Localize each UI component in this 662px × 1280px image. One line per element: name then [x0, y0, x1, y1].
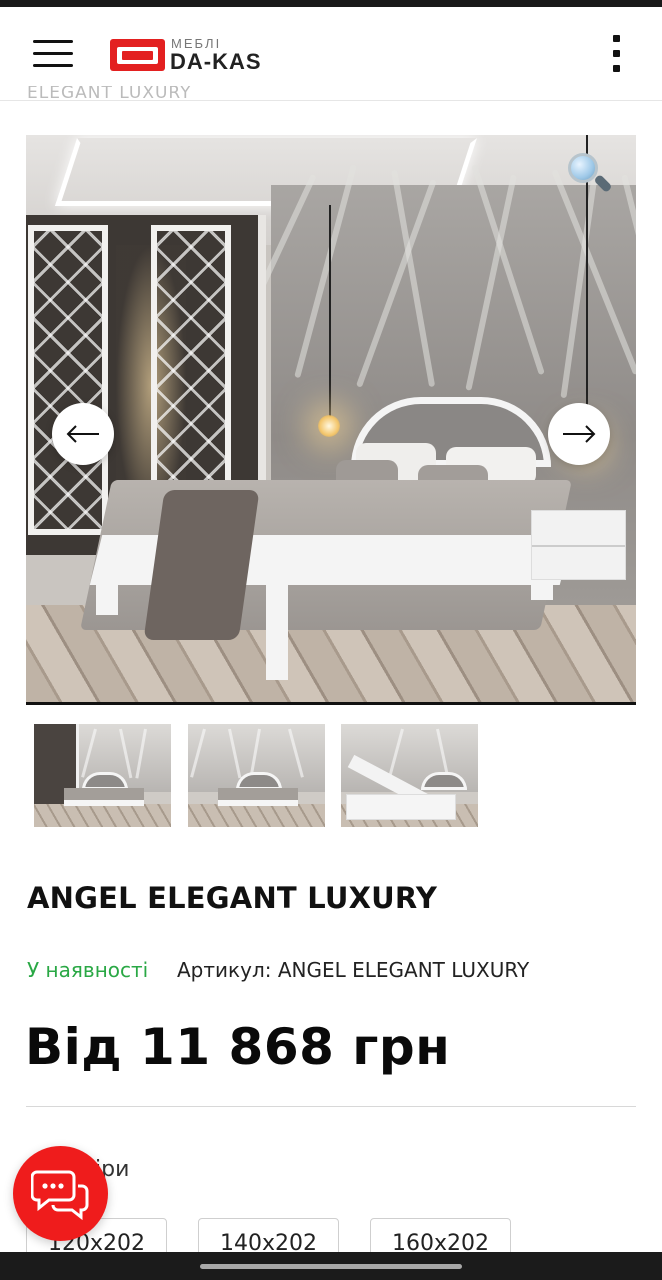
- magnifier-icon[interactable]: [568, 153, 613, 197]
- hamburger-menu-icon[interactable]: [33, 40, 73, 68]
- status-bar: [0, 0, 662, 7]
- vertical-dots-icon[interactable]: [611, 35, 623, 75]
- site-logo[interactable]: МЕБЛІ DA-KAS: [110, 36, 310, 74]
- thumbnail-bed-front-view[interactable]: [188, 724, 325, 827]
- home-indicator[interactable]: [200, 1264, 462, 1269]
- product-title: ANGEL ELEGANT LUXURY: [27, 881, 438, 915]
- product-sku: Артикул: ANGEL ELEGANT LUXURY: [177, 958, 530, 982]
- chat-bubbles-icon[interactable]: [13, 1146, 108, 1241]
- thumbnail-bed-storage-lifted-view[interactable]: [341, 724, 478, 827]
- arrow-right-icon[interactable]: [548, 403, 610, 465]
- breadcrumb: ELEGANT LUXURY: [27, 86, 192, 100]
- thumbnail-bedroom-view[interactable]: [34, 724, 171, 827]
- stock-status: У наявності: [27, 958, 149, 982]
- product-price: Від 11 868 грн: [25, 1018, 451, 1076]
- divider: [26, 1106, 636, 1107]
- logo-mark-icon: [110, 39, 165, 71]
- arrow-left-icon[interactable]: [52, 403, 114, 465]
- product-main-image[interactable]: [26, 135, 636, 705]
- logo-title: DA-KAS: [170, 49, 262, 74]
- thumbnail-strip: [34, 724, 494, 827]
